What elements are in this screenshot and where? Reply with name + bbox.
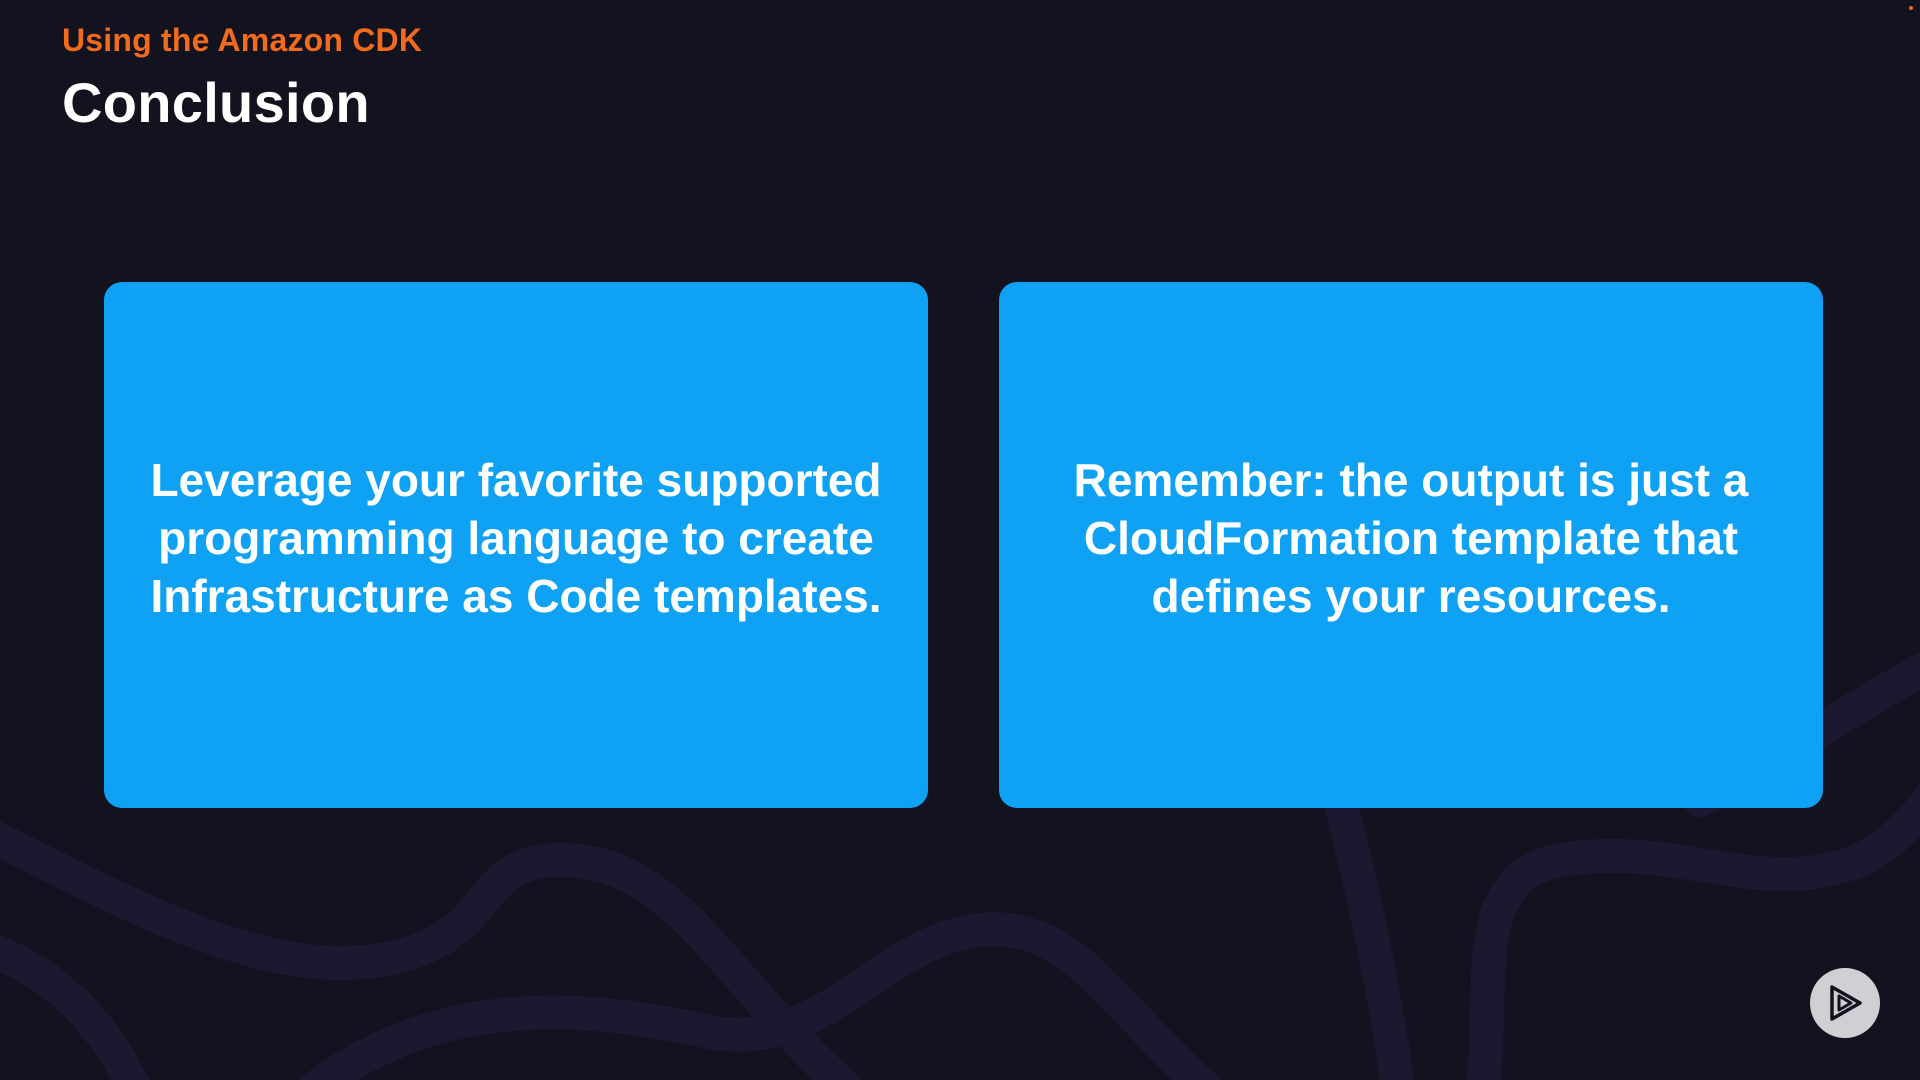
corner-indicator-dot xyxy=(1909,6,1913,10)
slide-title: Conclusion xyxy=(62,71,370,134)
conclusion-card-2: Remember: the output is just a CloudForm… xyxy=(999,282,1823,808)
conclusion-card-2-text: Remember: the output is just a CloudForm… xyxy=(1073,454,1749,622)
section-subtitle: Using the Amazon CDK xyxy=(62,22,423,58)
play-logo-icon xyxy=(1830,985,1862,1021)
conclusion-card-1-text: Leverage your favorite supported program… xyxy=(150,454,882,622)
play-logo-button[interactable] xyxy=(1810,968,1880,1038)
conclusion-card-1: Leverage your favorite supported program… xyxy=(104,282,928,808)
